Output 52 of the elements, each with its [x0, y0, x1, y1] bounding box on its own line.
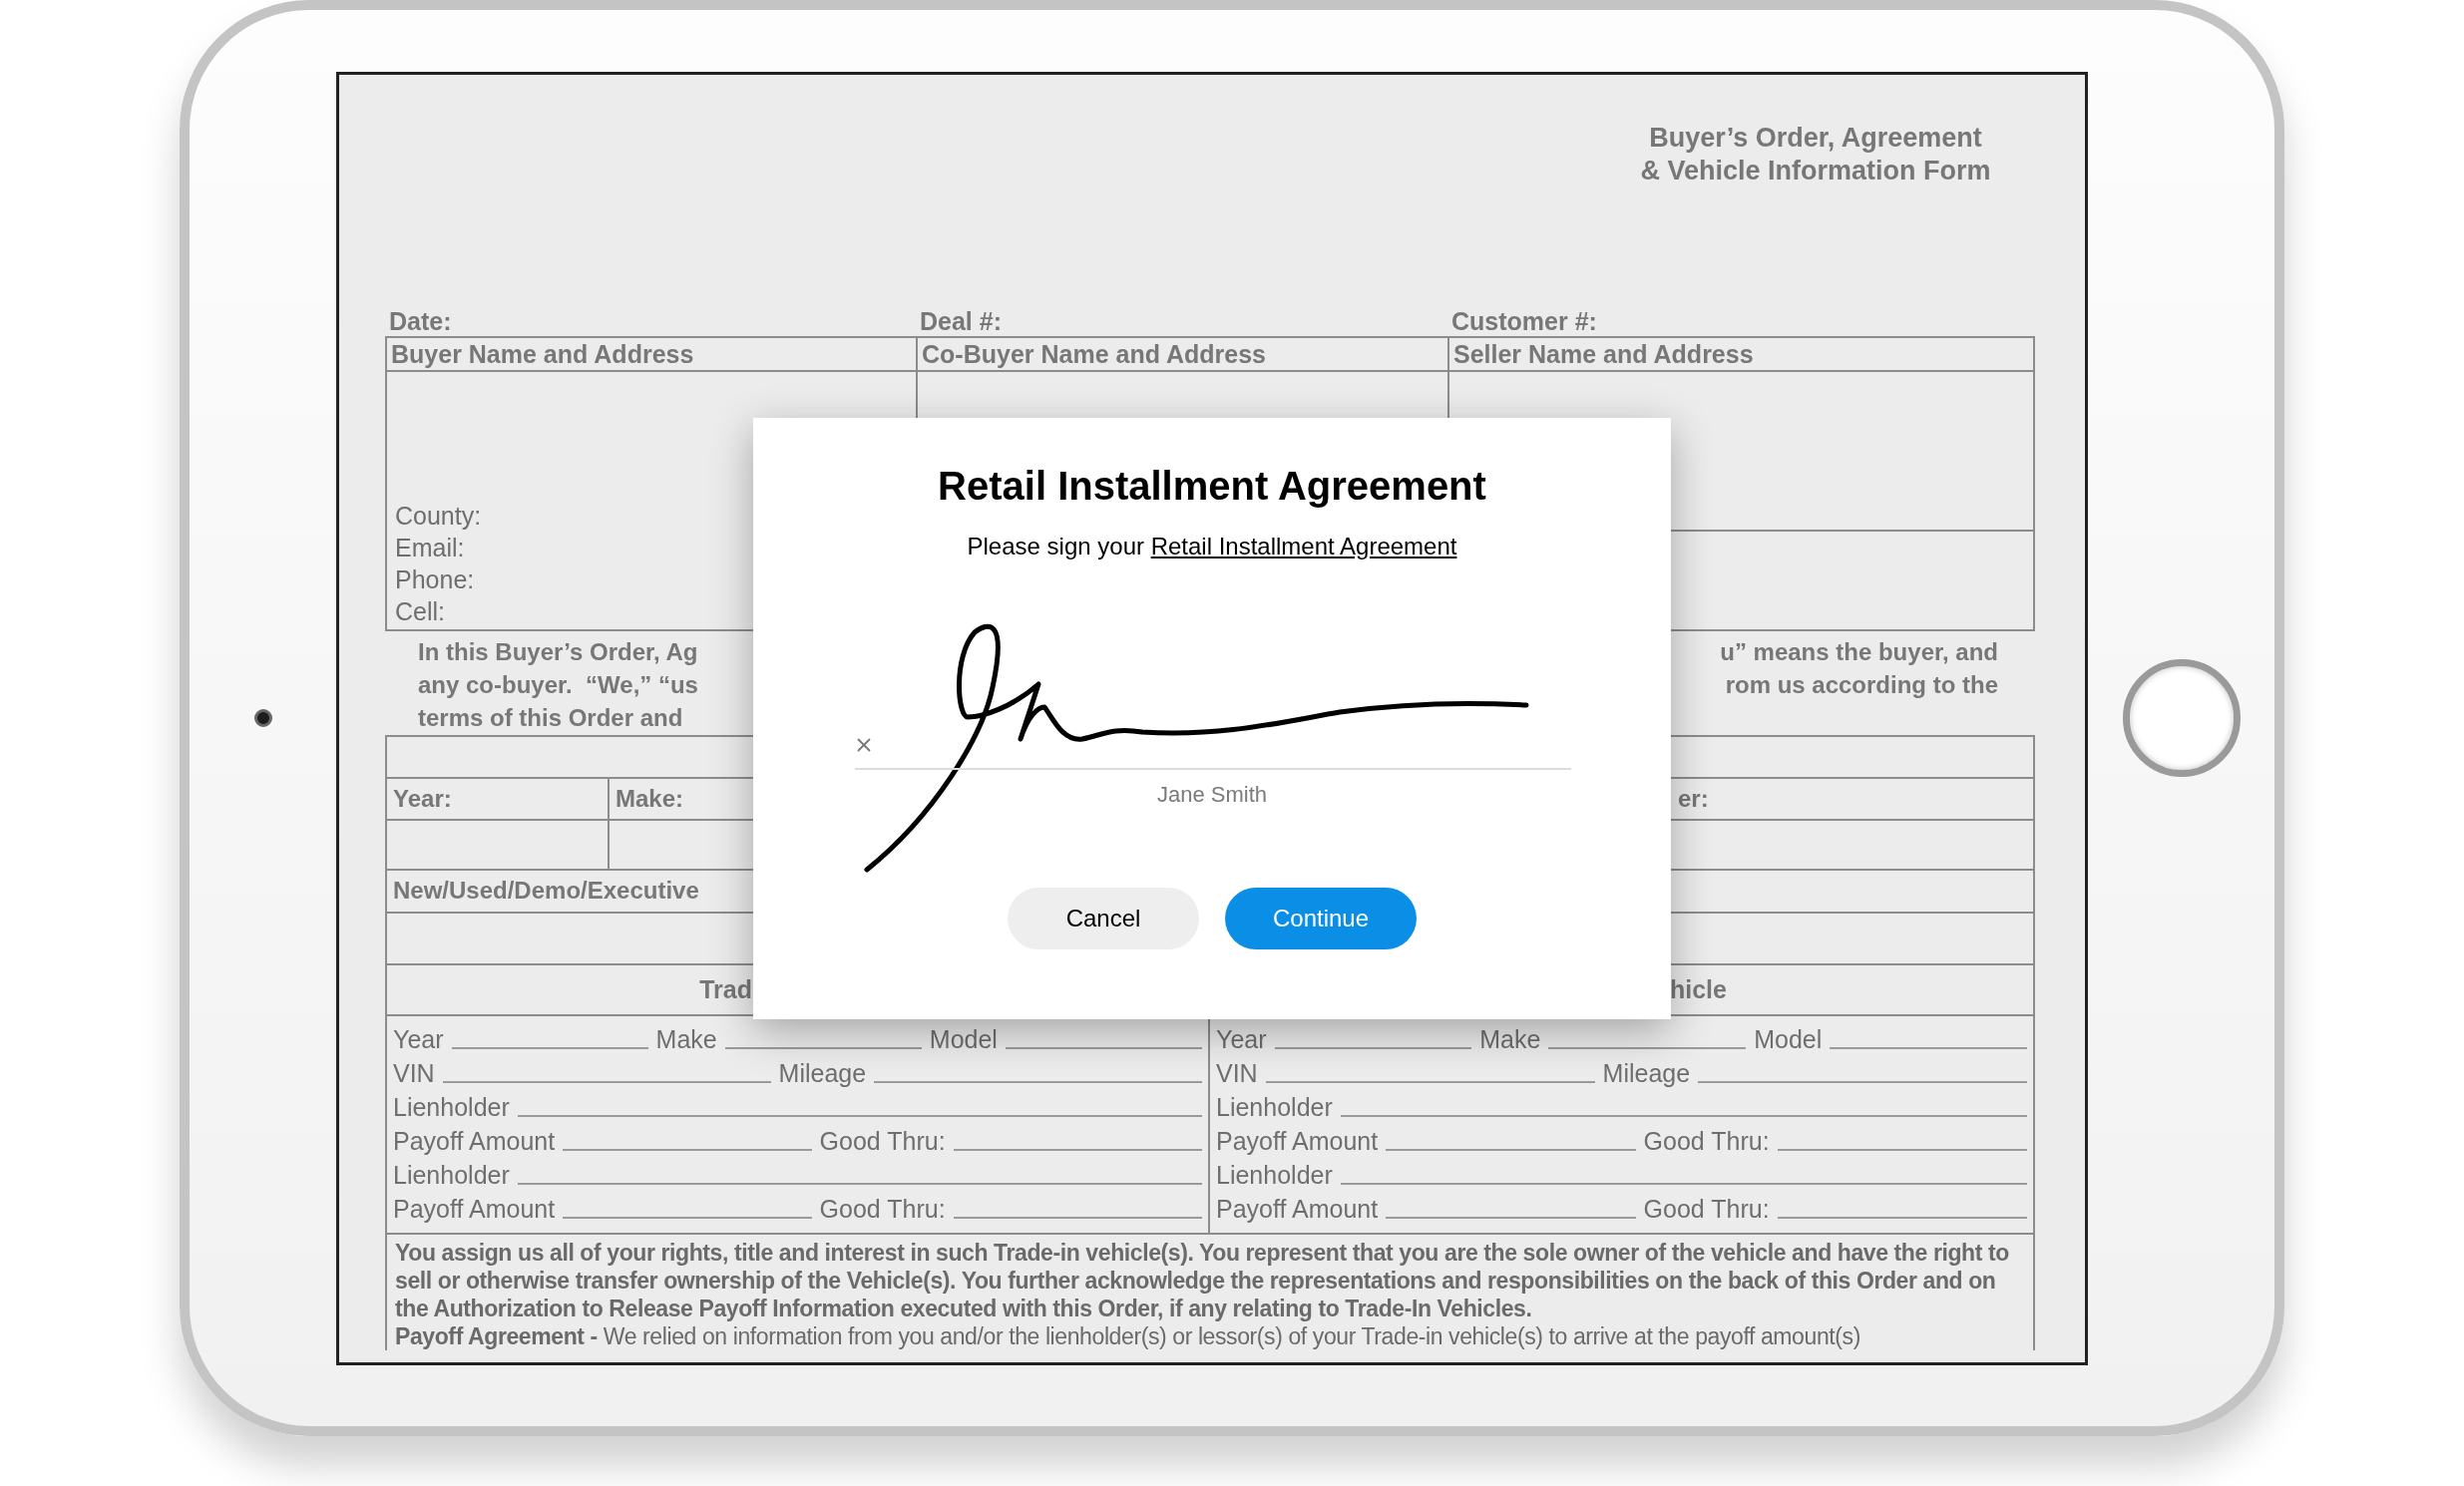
contact-field-label: Cell: — [395, 595, 446, 627]
field-label: Model — [1754, 1023, 1823, 1054]
header-field-label: Date: — [388, 305, 453, 336]
column-header: Seller Name and Address — [1449, 337, 2033, 372]
intro-text-line: any co-buyer. “We,” “us — [418, 669, 698, 700]
field-label: Mileage — [778, 1057, 867, 1088]
field-label: Lienholder — [1216, 1159, 1333, 1190]
field-label: Payoff Amount — [1216, 1125, 1379, 1156]
field-label: Lienholder — [1216, 1091, 1333, 1122]
field-label: VIN — [1216, 1057, 1258, 1088]
field-label: Lienholder — [393, 1091, 510, 1122]
payoff-agreement-text: Payoff Agreement - We relied on information from you and/or the lienholder(s) or lessor(s) of your Trade-in vehicle(s) to arrive at the payoff amount(s) — [395, 1321, 1861, 1350]
form-title-line: Buyer’s Order, Agreement — [1648, 121, 1983, 155]
field-label: Payoff Amount — [393, 1193, 556, 1224]
header-field-label: Deal #: — [919, 305, 1003, 336]
field-label: Lienholder — [393, 1159, 510, 1190]
header-field-label: Customer #: — [1450, 305, 1598, 336]
intro-text-line: terms of this Order and — [418, 702, 684, 733]
field-label: Make — [1479, 1023, 1541, 1054]
vehicle-field-label: Year: — [387, 778, 610, 819]
intro-text-line: u” means the buyer, and — [1720, 636, 1998, 667]
vehicle-type-label: New/Used/Demo/Executive — [393, 876, 699, 906]
intro-text-line: In this Buyer’s Order, Ag — [418, 636, 698, 667]
field-label: Payoff Amount — [1216, 1193, 1379, 1224]
field-label: Year — [393, 1023, 444, 1054]
signer-name: Jane Smith — [1156, 780, 1268, 809]
field-label: Mileage — [1602, 1057, 1691, 1088]
dialog-title: Retail Installment Agreement — [938, 462, 1486, 510]
assignment-paragraph: You assign us all of your rights, title and interest in such Trade-in vehicle(s). You represent that you are the sole owner of the vehicle and have the right to sell or otherwise transfer ownership of the Vehicle(s). You further acknowledge the representations and responsibilities on the back of this Order and on the Authorization to Release Payoff Information executed with this Order, if any relating to Trade-In Vehicles. — [395, 1238, 2010, 1322]
agreement-link[interactable]: Retail Installment Agreement — [1150, 532, 1457, 559]
contact-field-label: Email: — [395, 532, 466, 563]
vehicle-field-label: er: — [1677, 783, 1710, 814]
cancel-button[interactable]: Cancel — [1008, 887, 1199, 949]
field-label: Payoff Amount — [393, 1125, 556, 1156]
form-title-line: & Vehicle Information Form — [1639, 154, 1992, 187]
contact-field-label: County: — [395, 500, 483, 532]
intro-text-line: rom us according to the — [1725, 669, 1998, 700]
dialog-prompt: Please sign your Retail Installment Agreement — [967, 531, 1457, 561]
column-header: Co-Buyer Name and Address — [918, 337, 1449, 372]
contact-field-label: Phone: — [395, 563, 476, 595]
column-header: Buyer Name and Address — [387, 337, 918, 372]
trade-in-heading: Trad — [699, 974, 752, 1004]
field-label: Good Thru: — [819, 1193, 946, 1224]
camera-icon — [253, 709, 272, 727]
field-label: Model — [929, 1023, 998, 1054]
trade-in-heading: hicle — [1670, 974, 1727, 1004]
field-label: Good Thru: — [1643, 1125, 1770, 1156]
field-label: Good Thru: — [819, 1125, 946, 1156]
field-label: Make — [655, 1023, 717, 1054]
field-label: Good Thru: — [1643, 1193, 1770, 1224]
field-label: VIN — [393, 1057, 435, 1088]
field-label: Year — [1216, 1023, 1267, 1054]
